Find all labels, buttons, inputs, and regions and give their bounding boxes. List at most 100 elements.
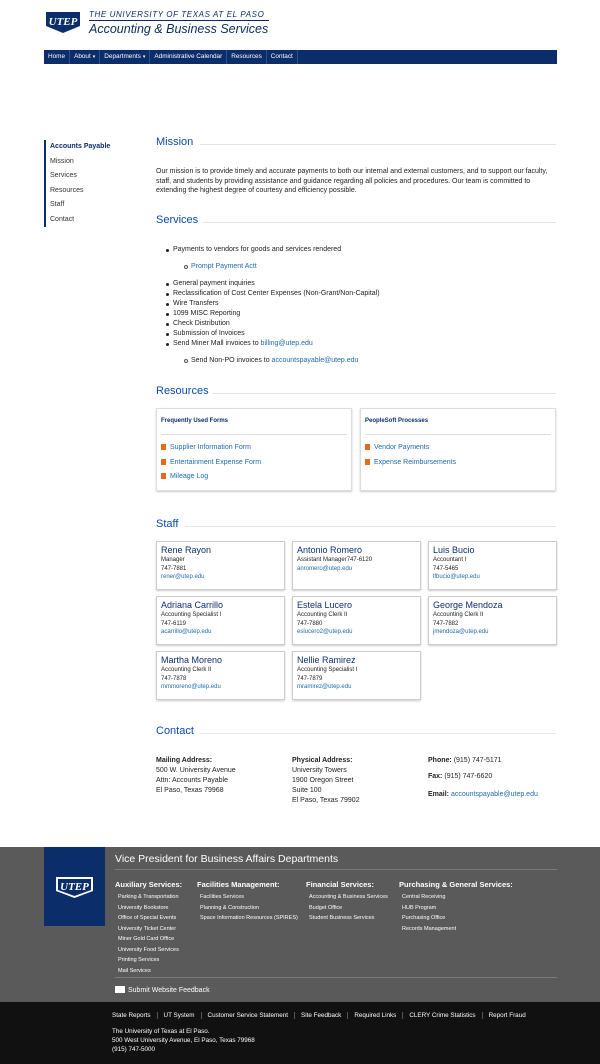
staff-email-link[interactable]: jmendoza@utep.edu — [433, 629, 488, 635]
staff-email-link[interactable]: acarrillo@utep.edu — [161, 629, 211, 635]
contact-heading: Contact — [156, 725, 194, 737]
address-line: University Towers — [292, 767, 347, 774]
staff-email-link[interactable]: lfbucio@utep.edu — [433, 574, 480, 580]
submit-feedback-link[interactable]: Submit Website Feedback — [115, 986, 210, 994]
nav-administrative-calendar[interactable]: Administrative Calendar — [150, 50, 228, 64]
footer-link[interactable]: Space Information Resources (SPIRES) — [197, 913, 298, 924]
sidebar-item-services[interactable]: Services — [46, 169, 134, 184]
contact-email-link[interactable]: accountspayable@utep.edu — [451, 791, 538, 798]
list-item: Submission of Invoices — [166, 329, 553, 339]
sidebar-item-staff[interactable]: Staff — [46, 198, 134, 213]
mission-heading: Mission — [156, 136, 194, 148]
staff-title: Manager — [161, 557, 185, 563]
nav-home[interactable]: Home — [44, 50, 71, 64]
accounts-payable-email-link[interactable]: accountspayable@utep.edu — [272, 357, 359, 364]
billing-email-link[interactable]: billing@utep.edu — [261, 340, 313, 347]
footer-link[interactable]: Planning & Construction — [197, 903, 298, 914]
card-divider — [161, 434, 347, 435]
footer-link[interactable]: University Ticket Center — [115, 924, 182, 935]
circle-bullet-icon — [184, 265, 188, 269]
department-name[interactable]: Accounting & Business Services — [89, 22, 268, 36]
prompt-payment-link[interactable]: Prompt Payment Actt — [191, 263, 257, 270]
footer-column-heading: Purchasing & General Services: — [399, 880, 513, 889]
expense-reimbursements-link[interactable]: Expense Reimbursements — [365, 459, 456, 466]
footer-link[interactable]: Parking & Transportation — [115, 892, 182, 903]
address-line: The University of Texas at El Paso. — [112, 1028, 210, 1035]
bullet-icon — [166, 292, 169, 296]
staff-title: Accounting Clerk II — [161, 667, 212, 673]
svg-text:UTEP: UTEP — [49, 16, 78, 28]
sidebar-nav: Accounts Payable Mission Services Resour… — [44, 140, 134, 227]
footer-link[interactable]: Miner Gold Card Office — [115, 934, 182, 945]
footer-link[interactable]: Purchasing Office — [399, 913, 513, 924]
staff-email-link[interactable]: mmmoreno@utep.edu — [161, 684, 221, 690]
ut-system-link[interactable]: UT System — [158, 1012, 202, 1019]
vendor-payments-link[interactable]: Vendor Payments — [365, 444, 429, 451]
customer-service-statement-link[interactable]: Customer Service Statement — [202, 1012, 296, 1019]
section-divider — [200, 144, 556, 145]
site-footer: UTEP Vice President for Business Affairs… — [0, 847, 600, 1002]
address-line: 500 West University Avenue, El Paso, Tex… — [112, 1037, 255, 1044]
address-line: (915) 747-5000 — [112, 1046, 156, 1053]
footer-link[interactable]: University Bookstore — [115, 903, 182, 914]
clery-crime-statistics-link[interactable]: CLERY Crime Statistics — [403, 1012, 483, 1019]
nav-about[interactable]: About ▾ — [70, 50, 101, 64]
footer-link[interactable]: HUB Program — [399, 903, 513, 914]
state-reports-link[interactable]: State Reports — [112, 1012, 158, 1019]
report-fraud-link[interactable]: Report Fraud — [483, 1012, 532, 1019]
staff-name: Rene Rayon — [161, 545, 212, 555]
utep-logo[interactable]: UTEP — [44, 10, 82, 34]
nav-contact[interactable]: Contact — [267, 50, 298, 64]
services-list: Payments to vendors for goods and servic… — [166, 245, 553, 366]
staff-title: Accounting Specialist I — [161, 612, 222, 618]
sidebar-item-contact[interactable]: Contact — [46, 213, 134, 228]
list-item: Send Miner Mall invoices to billing@utep… — [166, 339, 553, 349]
required-links-link[interactable]: Required Links — [348, 1012, 404, 1019]
staff-email-link[interactable]: anromero@utep.edu — [297, 566, 352, 572]
footer-link[interactable]: University Food Services — [115, 945, 182, 956]
address-line: 500 W. University Avenue — [156, 767, 236, 774]
staff-phone: 747-7882 — [433, 620, 459, 627]
svg-text:UTEP: UTEP — [60, 881, 89, 893]
staff-email-link[interactable]: rener@utep.edu — [161, 574, 204, 580]
footer-link[interactable]: Central Receiving — [399, 892, 513, 903]
staff-name: Luis Bucio — [433, 545, 475, 555]
physical-address: Physical Address: University Towers 1900… — [292, 756, 360, 806]
nav-departments[interactable]: Departments ▾ — [100, 50, 151, 64]
forms-card-heading: Frequently Used Forms — [161, 418, 229, 424]
nav-resources[interactable]: Resources — [227, 50, 267, 64]
site-feedback-link[interactable]: Site Feedback — [295, 1012, 349, 1019]
site-header: UTEP THE UNIVERSITY OF TEXAS AT EL PASO … — [0, 0, 600, 50]
footer-divider — [115, 869, 557, 870]
mileage-log-link[interactable]: Mileage Log — [161, 473, 208, 480]
resources-heading: Resources — [156, 385, 209, 397]
footer-link[interactable]: Records Management — [399, 924, 513, 935]
staff-name: George Mendoza — [433, 600, 503, 610]
entertainment-expense-form-link[interactable]: Entertainment Expense Form — [161, 459, 261, 466]
page-title: Accounts Payable — [239, 83, 361, 99]
sidebar-item-accounts-payable[interactable]: Accounts Payable — [46, 140, 134, 155]
list-item: Reclassification of Cost Center Expenses… — [166, 289, 553, 299]
services-heading: Services — [156, 214, 199, 226]
bullet-icon — [166, 282, 169, 286]
university-name[interactable]: THE UNIVERSITY OF TEXAS AT EL PASO — [89, 10, 264, 19]
footer-link[interactable]: Accounting & Business Services — [306, 892, 388, 903]
footer-link[interactable]: Mail Services — [115, 966, 182, 977]
footer-link[interactable]: Office of Special Events — [115, 913, 182, 924]
footer-link[interactable]: Printing Services — [115, 955, 182, 966]
footer-logo[interactable]: UTEP — [44, 847, 105, 926]
staff-email-link[interactable]: eslucero2@utep.edu — [297, 629, 352, 635]
footer-divider — [115, 977, 557, 978]
main-nav: Home About ▾ Departments ▾ Administrative … — [44, 50, 557, 64]
footer-column-heading: Auxiliary Services: — [115, 880, 183, 889]
footer-link[interactable]: Budget Office — [306, 903, 388, 914]
sidebar-item-resources[interactable]: Resources — [46, 184, 134, 199]
staff-email-link[interactable]: mramirez@utep.edu — [297, 684, 351, 690]
sidebar-item-mission[interactable]: Mission — [46, 155, 134, 170]
supplier-information-form-link[interactable]: Supplier Information Form — [161, 444, 251, 451]
staff-card: Luis Bucio Accountant I 747-5465 lfbucio… — [428, 541, 557, 590]
section-divider — [200, 733, 556, 734]
footer-link[interactable]: Student Business Services — [306, 913, 388, 924]
footer-link[interactable]: Facilities Services — [197, 892, 298, 903]
mailing-address-label: Mailing Address: — [156, 757, 213, 764]
